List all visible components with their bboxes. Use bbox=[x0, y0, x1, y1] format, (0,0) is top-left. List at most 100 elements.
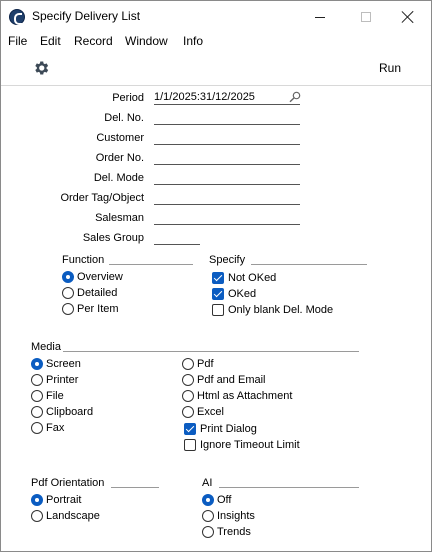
del-mode-field[interactable] bbox=[154, 171, 300, 185]
salesman-label: Salesman bbox=[95, 212, 144, 224]
sales-group-field[interactable] bbox=[154, 231, 200, 245]
menu-bar: File Edit Record Window Info bbox=[1, 33, 431, 51]
run-button[interactable]: Run bbox=[379, 61, 401, 75]
app-logo-icon bbox=[9, 9, 25, 25]
media-divider bbox=[63, 351, 359, 352]
function-option-per-item[interactable]: Per Item bbox=[62, 301, 119, 316]
function-option-overview[interactable]: Overview bbox=[62, 269, 123, 284]
radio-unselected[interactable] bbox=[31, 389, 43, 402]
option-label: Only blank Del. Mode bbox=[228, 303, 334, 316]
radio-unselected[interactable] bbox=[62, 302, 74, 315]
media-option-pdf[interactable]: Pdf bbox=[182, 356, 214, 371]
option-label: Pdf and Email bbox=[197, 373, 266, 386]
radio-unselected[interactable] bbox=[31, 405, 43, 418]
option-label: File bbox=[46, 389, 64, 402]
window-title: Specify Delivery List bbox=[32, 9, 141, 23]
radio-unselected[interactable] bbox=[202, 509, 214, 522]
ai-option-insights[interactable]: Insights bbox=[202, 508, 255, 523]
media-option-fax[interactable]: Fax bbox=[31, 420, 64, 435]
checkbox-unchecked[interactable] bbox=[184, 438, 196, 451]
ignore-timeout-limit-checkbox[interactable]: Ignore Timeout Limit bbox=[184, 437, 300, 452]
del-no-label: Del. No. bbox=[104, 112, 144, 124]
media-group-title: Media bbox=[31, 341, 61, 353]
del-mode-label: Del. Mode bbox=[93, 172, 144, 184]
customer-field[interactable] bbox=[154, 131, 300, 145]
function-option-detailed[interactable]: Detailed bbox=[62, 285, 117, 300]
checkbox-unchecked[interactable] bbox=[212, 303, 224, 316]
radio-unselected[interactable] bbox=[62, 286, 74, 299]
checkbox-checked[interactable] bbox=[212, 287, 224, 300]
radio-unselected[interactable] bbox=[31, 373, 43, 386]
function-group-title: Function bbox=[62, 254, 105, 266]
option-label: Per Item bbox=[77, 302, 119, 315]
specify-only-blank-del-mode[interactable]: Only blank Del. Mode bbox=[212, 302, 333, 317]
specify-divider bbox=[251, 264, 367, 265]
radio-unselected[interactable] bbox=[31, 509, 43, 522]
menu-record[interactable]: Record bbox=[74, 33, 113, 51]
close-button[interactable] bbox=[385, 1, 431, 33]
option-label: Off bbox=[217, 493, 232, 506]
toolbar: Run bbox=[1, 52, 431, 86]
media-option-printer[interactable]: Printer bbox=[31, 372, 78, 387]
media-option-html-as-attachment[interactable]: Html as Attachment bbox=[182, 388, 292, 403]
checkbox-checked[interactable] bbox=[184, 422, 196, 435]
media-option-screen[interactable]: Screen bbox=[31, 356, 81, 371]
function-divider bbox=[109, 264, 193, 265]
specify-group-title: Specify bbox=[209, 254, 246, 266]
menu-edit[interactable]: Edit bbox=[40, 33, 61, 51]
period-label: Period bbox=[112, 92, 144, 104]
customer-label: Customer bbox=[96, 132, 144, 144]
option-label: Html as Attachment bbox=[197, 389, 293, 402]
option-label: Fax bbox=[46, 421, 65, 434]
option-label: Clipboard bbox=[46, 405, 94, 418]
radio-unselected[interactable] bbox=[31, 421, 43, 434]
period-field[interactable]: 1/1/2025:31/12/2025 bbox=[154, 91, 300, 105]
minimize-icon bbox=[315, 16, 325, 18]
radio-selected[interactable] bbox=[202, 493, 214, 506]
specify-delivery-list-window: Specify Delivery List File Edit Record W… bbox=[0, 0, 432, 552]
gear-icon[interactable] bbox=[32, 59, 50, 77]
order-no-label: Order No. bbox=[95, 152, 144, 164]
order-no-field[interactable] bbox=[154, 151, 300, 165]
option-label: OKed bbox=[228, 287, 257, 300]
salesman-field[interactable] bbox=[154, 211, 300, 225]
del-no-field[interactable] bbox=[154, 111, 300, 125]
radio-unselected[interactable] bbox=[182, 373, 194, 386]
minimize-button[interactable] bbox=[297, 1, 343, 33]
maximize-icon bbox=[361, 12, 371, 22]
media-option-clipboard[interactable]: Clipboard bbox=[31, 404, 93, 419]
radio-unselected[interactable] bbox=[182, 389, 194, 402]
order-tag-field[interactable] bbox=[154, 191, 300, 205]
option-label: Landscape bbox=[46, 509, 100, 522]
media-option-excel[interactable]: Excel bbox=[182, 404, 224, 419]
order-tag-label: Order Tag/Object bbox=[60, 192, 144, 204]
media-option-file[interactable]: File bbox=[31, 388, 64, 403]
ai-option-off[interactable]: Off bbox=[202, 492, 231, 507]
radio-selected[interactable] bbox=[31, 357, 43, 370]
lookup-icon[interactable] bbox=[288, 91, 302, 103]
title-bar: Specify Delivery List bbox=[1, 1, 431, 33]
menu-info[interactable]: Info bbox=[183, 33, 203, 51]
close-icon bbox=[402, 11, 414, 23]
orientation-option-landscape[interactable]: Landscape bbox=[31, 508, 100, 523]
menu-file[interactable]: File bbox=[8, 33, 27, 51]
orientation-option-portrait[interactable]: Portrait bbox=[31, 492, 81, 507]
print-dialog-checkbox[interactable]: Print Dialog bbox=[184, 421, 257, 436]
maximize-button[interactable] bbox=[343, 1, 389, 33]
radio-unselected[interactable] bbox=[182, 405, 194, 418]
ai-option-trends[interactable]: Trends bbox=[202, 524, 251, 539]
menu-window[interactable]: Window bbox=[125, 33, 168, 51]
sales-group-label: Sales Group bbox=[82, 232, 144, 244]
radio-selected[interactable] bbox=[31, 493, 43, 506]
specify-not-oked[interactable]: Not OKed bbox=[212, 270, 276, 285]
checkbox-checked[interactable] bbox=[212, 271, 224, 284]
media-option-pdf-and-email[interactable]: Pdf and Email bbox=[182, 372, 265, 387]
option-label: Not OKed bbox=[228, 271, 277, 284]
radio-unselected[interactable] bbox=[182, 357, 194, 370]
specify-oked[interactable]: OKed bbox=[212, 286, 256, 301]
option-label: Excel bbox=[197, 405, 224, 418]
option-label: Overview bbox=[77, 270, 123, 283]
radio-unselected[interactable] bbox=[202, 525, 214, 538]
radio-selected[interactable] bbox=[62, 270, 74, 283]
option-label: Portrait bbox=[46, 493, 82, 506]
